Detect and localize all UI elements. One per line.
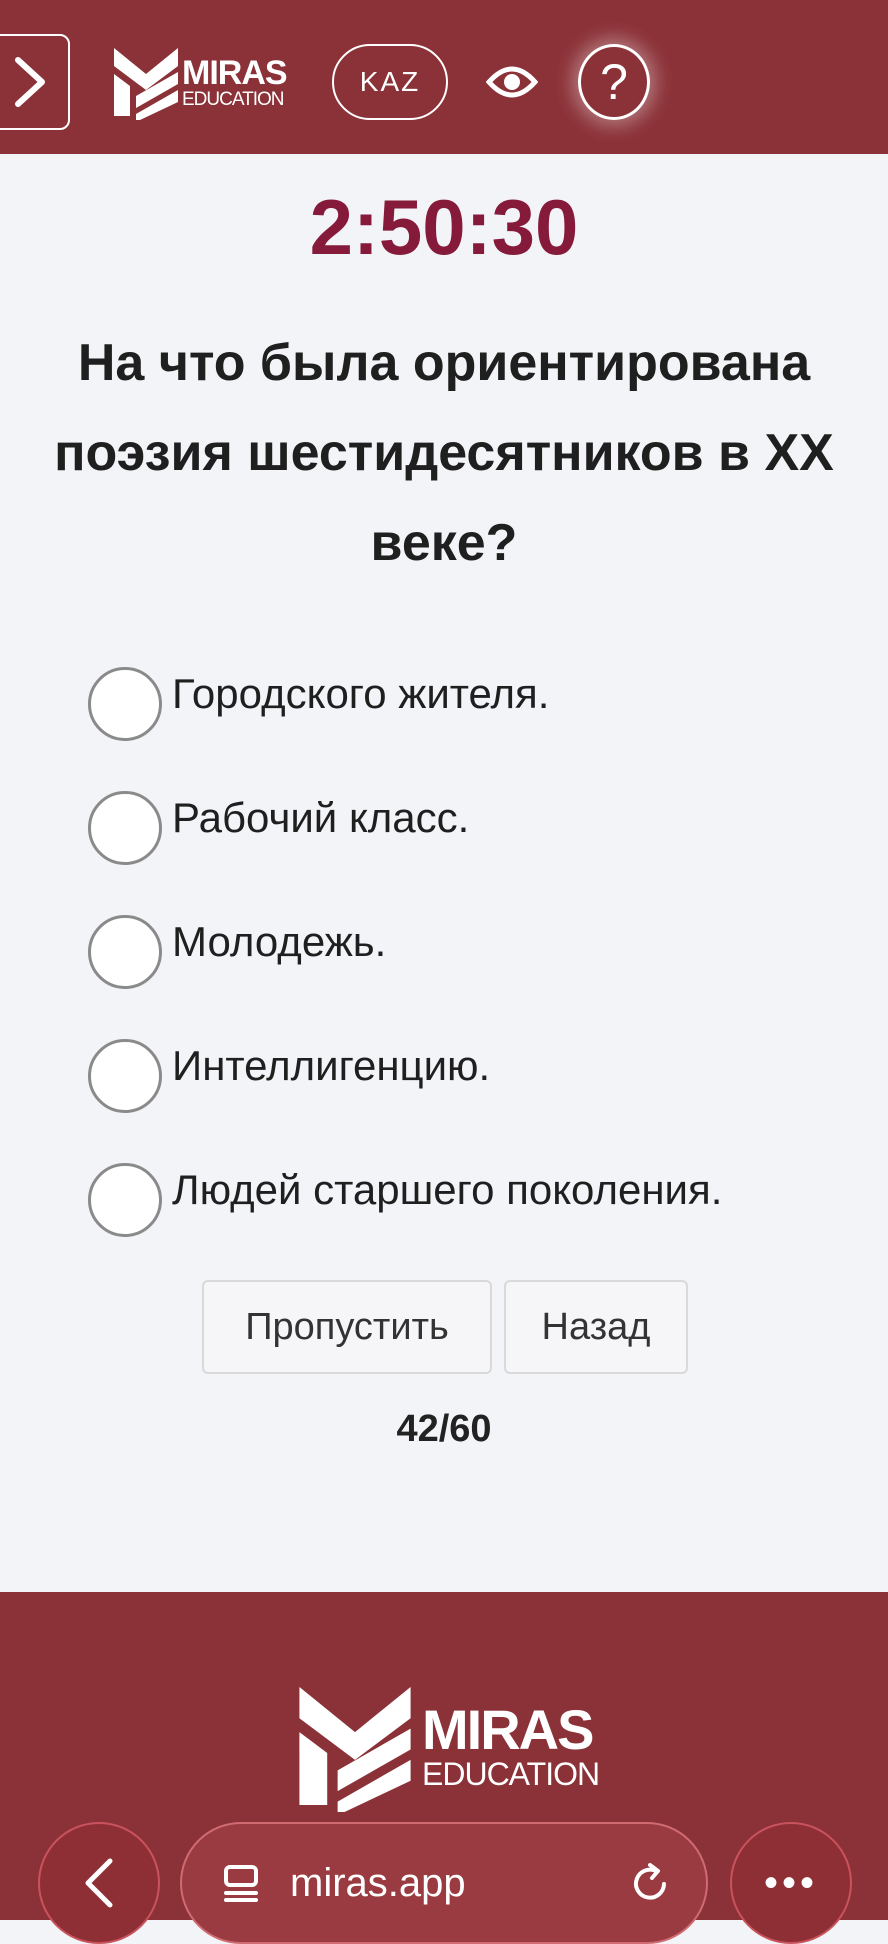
answer-label: Городского жителя. [172, 670, 550, 717]
footer-logo-subtitle: EDUCATION [422, 1756, 600, 1792]
question-line-1: На что была ориентирована [77, 334, 811, 392]
radio-button[interactable] [88, 1039, 162, 1113]
radio-button[interactable] [88, 1163, 162, 1237]
menu-toggle-button[interactable] [0, 34, 70, 130]
browser-address-bar[interactable]: miras.app [180, 1822, 708, 1944]
answer-label: Интеллигенцию. [172, 1042, 491, 1089]
radio-button[interactable] [88, 791, 162, 865]
skip-button[interactable]: Пропустить [202, 1280, 492, 1374]
page-menu-icon [224, 1865, 258, 1902]
radio-button[interactable] [88, 667, 162, 741]
chevron-left-icon [85, 1858, 113, 1908]
browser-back-button[interactable] [38, 1822, 160, 1944]
url-text: miras.app [290, 1860, 466, 1905]
answer-option-4[interactable]: Интеллигенцию. [88, 1014, 868, 1138]
answer-label: Рабочий класс. [172, 794, 470, 841]
question-text: На что была ориентирована поэзия шестиде… [0, 318, 888, 588]
miras-logo[interactable]: MIRAS EDUCATION [110, 44, 288, 120]
miras-logo-icon [114, 48, 178, 120]
help-button[interactable]: ? [578, 44, 650, 120]
footer-logo: MIRAS EDUCATION [292, 1680, 600, 1812]
logo-subtitle: EDUCATION [182, 88, 284, 110]
footer-logo-title: MIRAS [422, 1698, 594, 1761]
eye-icon [485, 66, 539, 98]
answer-option-2[interactable]: Рабочий класс. [88, 766, 868, 890]
chevron-right-icon [15, 57, 45, 107]
logo-title: MIRAS [182, 53, 288, 92]
reload-icon[interactable] [626, 1860, 674, 1908]
question-progress: 42/60 [396, 1408, 492, 1450]
question-line-3: веке? [370, 514, 518, 572]
miras-logo-icon [299, 1686, 411, 1812]
answer-label: Молодежь. [172, 918, 387, 965]
answer-options: Городского жителя. Рабочий класс. Молоде… [88, 642, 868, 1262]
top-header: MIRAS EDUCATION KAZ ? [0, 0, 888, 154]
answer-option-1[interactable]: Городского жителя. [88, 642, 868, 766]
browser-more-button[interactable]: ••• [730, 1822, 852, 1944]
answer-label: Людей старшего поколения. [172, 1166, 723, 1213]
back-button[interactable]: Назад [504, 1280, 688, 1374]
accessibility-eye-button[interactable] [485, 60, 539, 104]
question-line-2: поэзия шестидесятников в XX [54, 424, 834, 482]
countdown-timer: 2:50:30 [309, 183, 579, 271]
language-button[interactable]: KAZ [332, 44, 448, 120]
answer-option-3[interactable]: Молодежь. [88, 890, 868, 1014]
answer-option-5[interactable]: Людей старшего поколения. [88, 1138, 868, 1262]
radio-button[interactable] [88, 915, 162, 989]
